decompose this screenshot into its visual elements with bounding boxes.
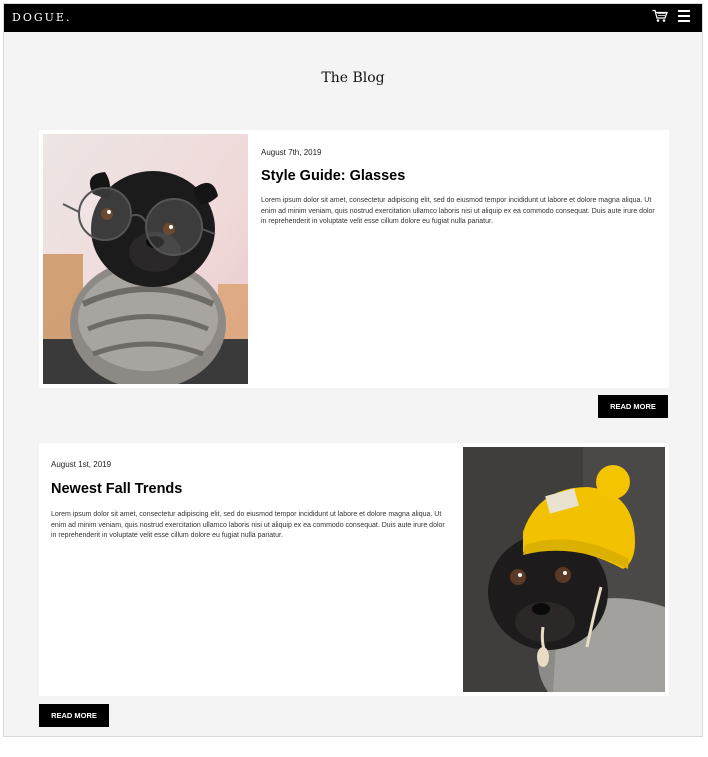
brand-logo[interactable]: DOGUE. [12, 11, 71, 24]
post-date: August 1st, 2019 [51, 460, 112, 469]
post-excerpt: Lorem ipsum dolor sit amet, consectetur … [261, 197, 655, 225]
page-title: The Blog [321, 70, 385, 86]
read-more-button[interactable]: READ MORE [39, 704, 109, 727]
menu-icon[interactable] [678, 10, 692, 23]
blog-post-card: August 1st, 2019 Newest Fall Trends Lore… [39, 443, 669, 696]
post-image-pug-beanie[interactable] [463, 447, 665, 692]
read-more-button[interactable]: READ MORE [598, 395, 668, 418]
post-excerpt: Lorem ipsum dolor sit amet, consectetur … [51, 511, 445, 539]
top-navbar: DOGUE. [4, 4, 702, 32]
post-title[interactable]: Style Guide: Glasses [261, 168, 405, 184]
blog-post-card: August 7th, 2019 Style Guide: Glasses Lo… [39, 130, 669, 388]
post-image-pug-glasses[interactable] [43, 134, 248, 384]
post-date: August 7th, 2019 [261, 148, 322, 157]
cart-icon[interactable] [652, 9, 668, 23]
post-title[interactable]: Newest Fall Trends [51, 481, 182, 497]
browser-viewport: DOGUE. The Blog August 7th, 2019 Style G… [3, 3, 703, 737]
